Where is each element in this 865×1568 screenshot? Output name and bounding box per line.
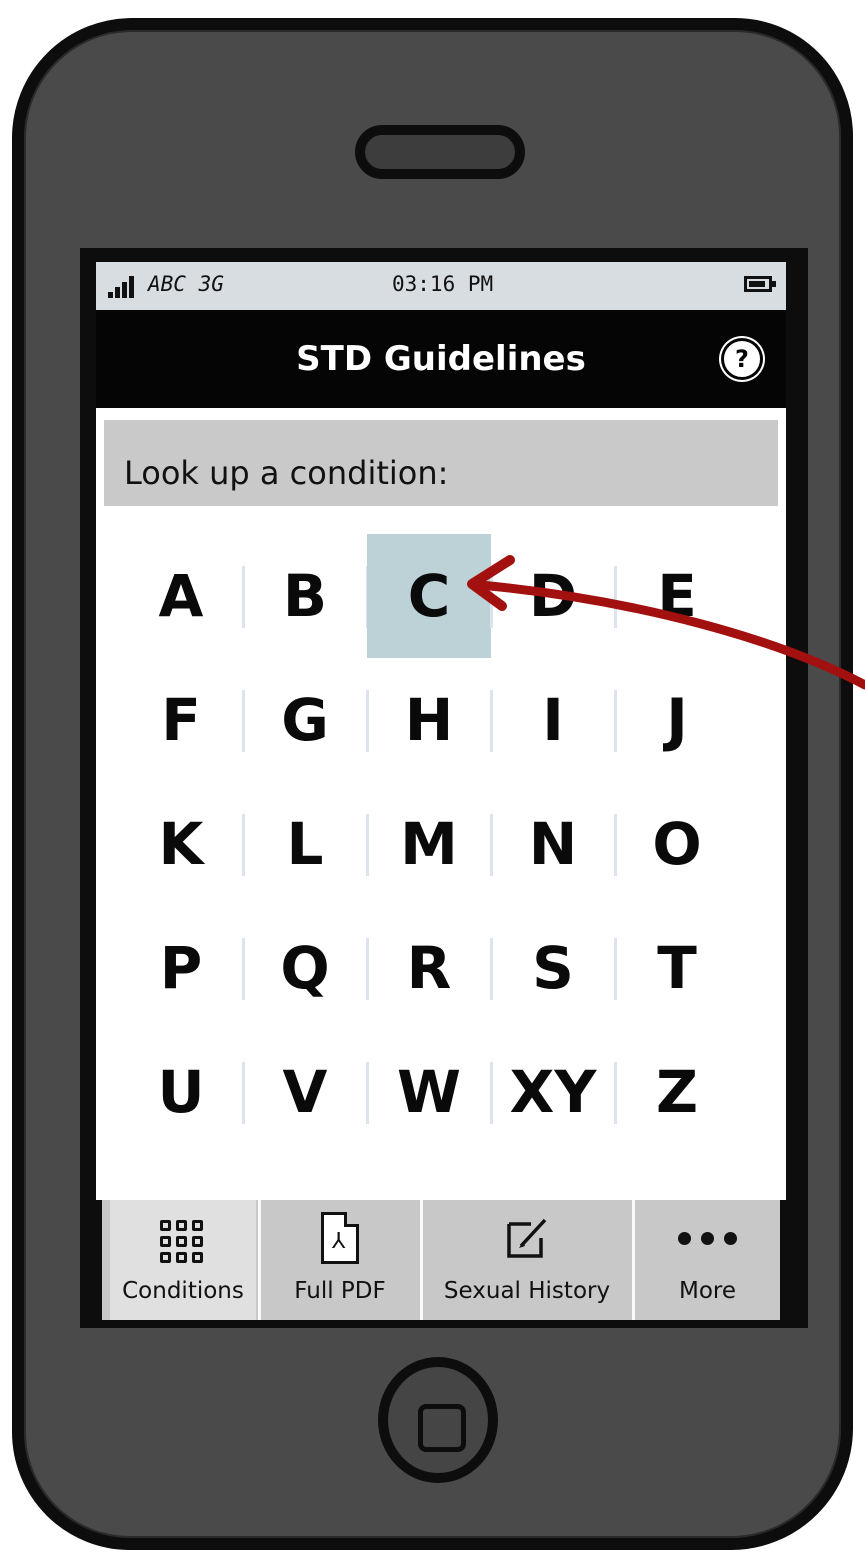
tab-full-pdf-label: Full PDF: [294, 1278, 386, 1304]
letter-o[interactable]: O: [615, 782, 739, 906]
letter-z[interactable]: Z: [615, 1030, 739, 1154]
more-dots-icon: [677, 1232, 738, 1246]
letter-n[interactable]: N: [491, 782, 615, 906]
letter-q[interactable]: Q: [243, 906, 367, 1030]
tab-sexual-history[interactable]: Sexual History: [423, 1200, 631, 1320]
letter-u[interactable]: U: [119, 1030, 243, 1154]
letter-a[interactable]: A: [119, 534, 243, 658]
letter-xy[interactable]: XY: [491, 1030, 615, 1154]
lookup-header: Look up a condition:: [104, 420, 778, 506]
content-area: Look up a condition: ABCDEFGHIJKLMNOPQRS…: [96, 408, 786, 1200]
navigation-bar: STD Guidelines ?: [96, 310, 786, 408]
letter-t[interactable]: T: [615, 906, 739, 1030]
letter-b[interactable]: B: [243, 534, 367, 658]
letter-g[interactable]: G: [243, 658, 367, 782]
letter-l[interactable]: L: [243, 782, 367, 906]
letter-v[interactable]: V: [243, 1030, 367, 1154]
status-time: 03:16 PM: [392, 272, 494, 296]
carrier-label: ABC 3G: [148, 272, 224, 296]
edit-icon: [507, 1218, 547, 1258]
pdf-document-icon: ⅄: [321, 1212, 359, 1264]
letter-r[interactable]: R: [367, 906, 491, 1030]
help-button[interactable]: ?: [724, 341, 760, 377]
tab-more-label: More: [678, 1278, 737, 1304]
page-title: STD Guidelines: [296, 339, 586, 379]
letter-m[interactable]: M: [367, 782, 491, 906]
lookup-label: Look up a condition:: [124, 454, 449, 492]
letter-w[interactable]: W: [367, 1030, 491, 1154]
letter-f[interactable]: F: [119, 658, 243, 782]
grid-icon: [158, 1218, 208, 1266]
home-button-square-icon: [418, 1404, 466, 1452]
battery-icon: [744, 276, 776, 292]
tab-full-pdf[interactable]: ⅄ Full PDF: [261, 1200, 419, 1320]
tab-conditions-label: Conditions: [122, 1278, 244, 1304]
signal-bars-icon: [108, 276, 138, 298]
tab-sexual-history-label: Sexual History: [443, 1278, 611, 1304]
tab-conditions[interactable]: Conditions: [110, 1200, 256, 1320]
tab-more[interactable]: More: [635, 1200, 780, 1320]
speaker-slot: [355, 125, 525, 179]
annotation-arrow: [467, 555, 865, 690]
letter-p[interactable]: P: [119, 906, 243, 1030]
letter-s[interactable]: S: [491, 906, 615, 1030]
status-bar: ABC 3G 03:16 PM: [96, 262, 786, 310]
tab-bar: Conditions ⅄ Full PDF Sexual History Mor…: [102, 1200, 780, 1320]
help-circle-icon: ?: [735, 345, 749, 373]
letter-k[interactable]: K: [119, 782, 243, 906]
